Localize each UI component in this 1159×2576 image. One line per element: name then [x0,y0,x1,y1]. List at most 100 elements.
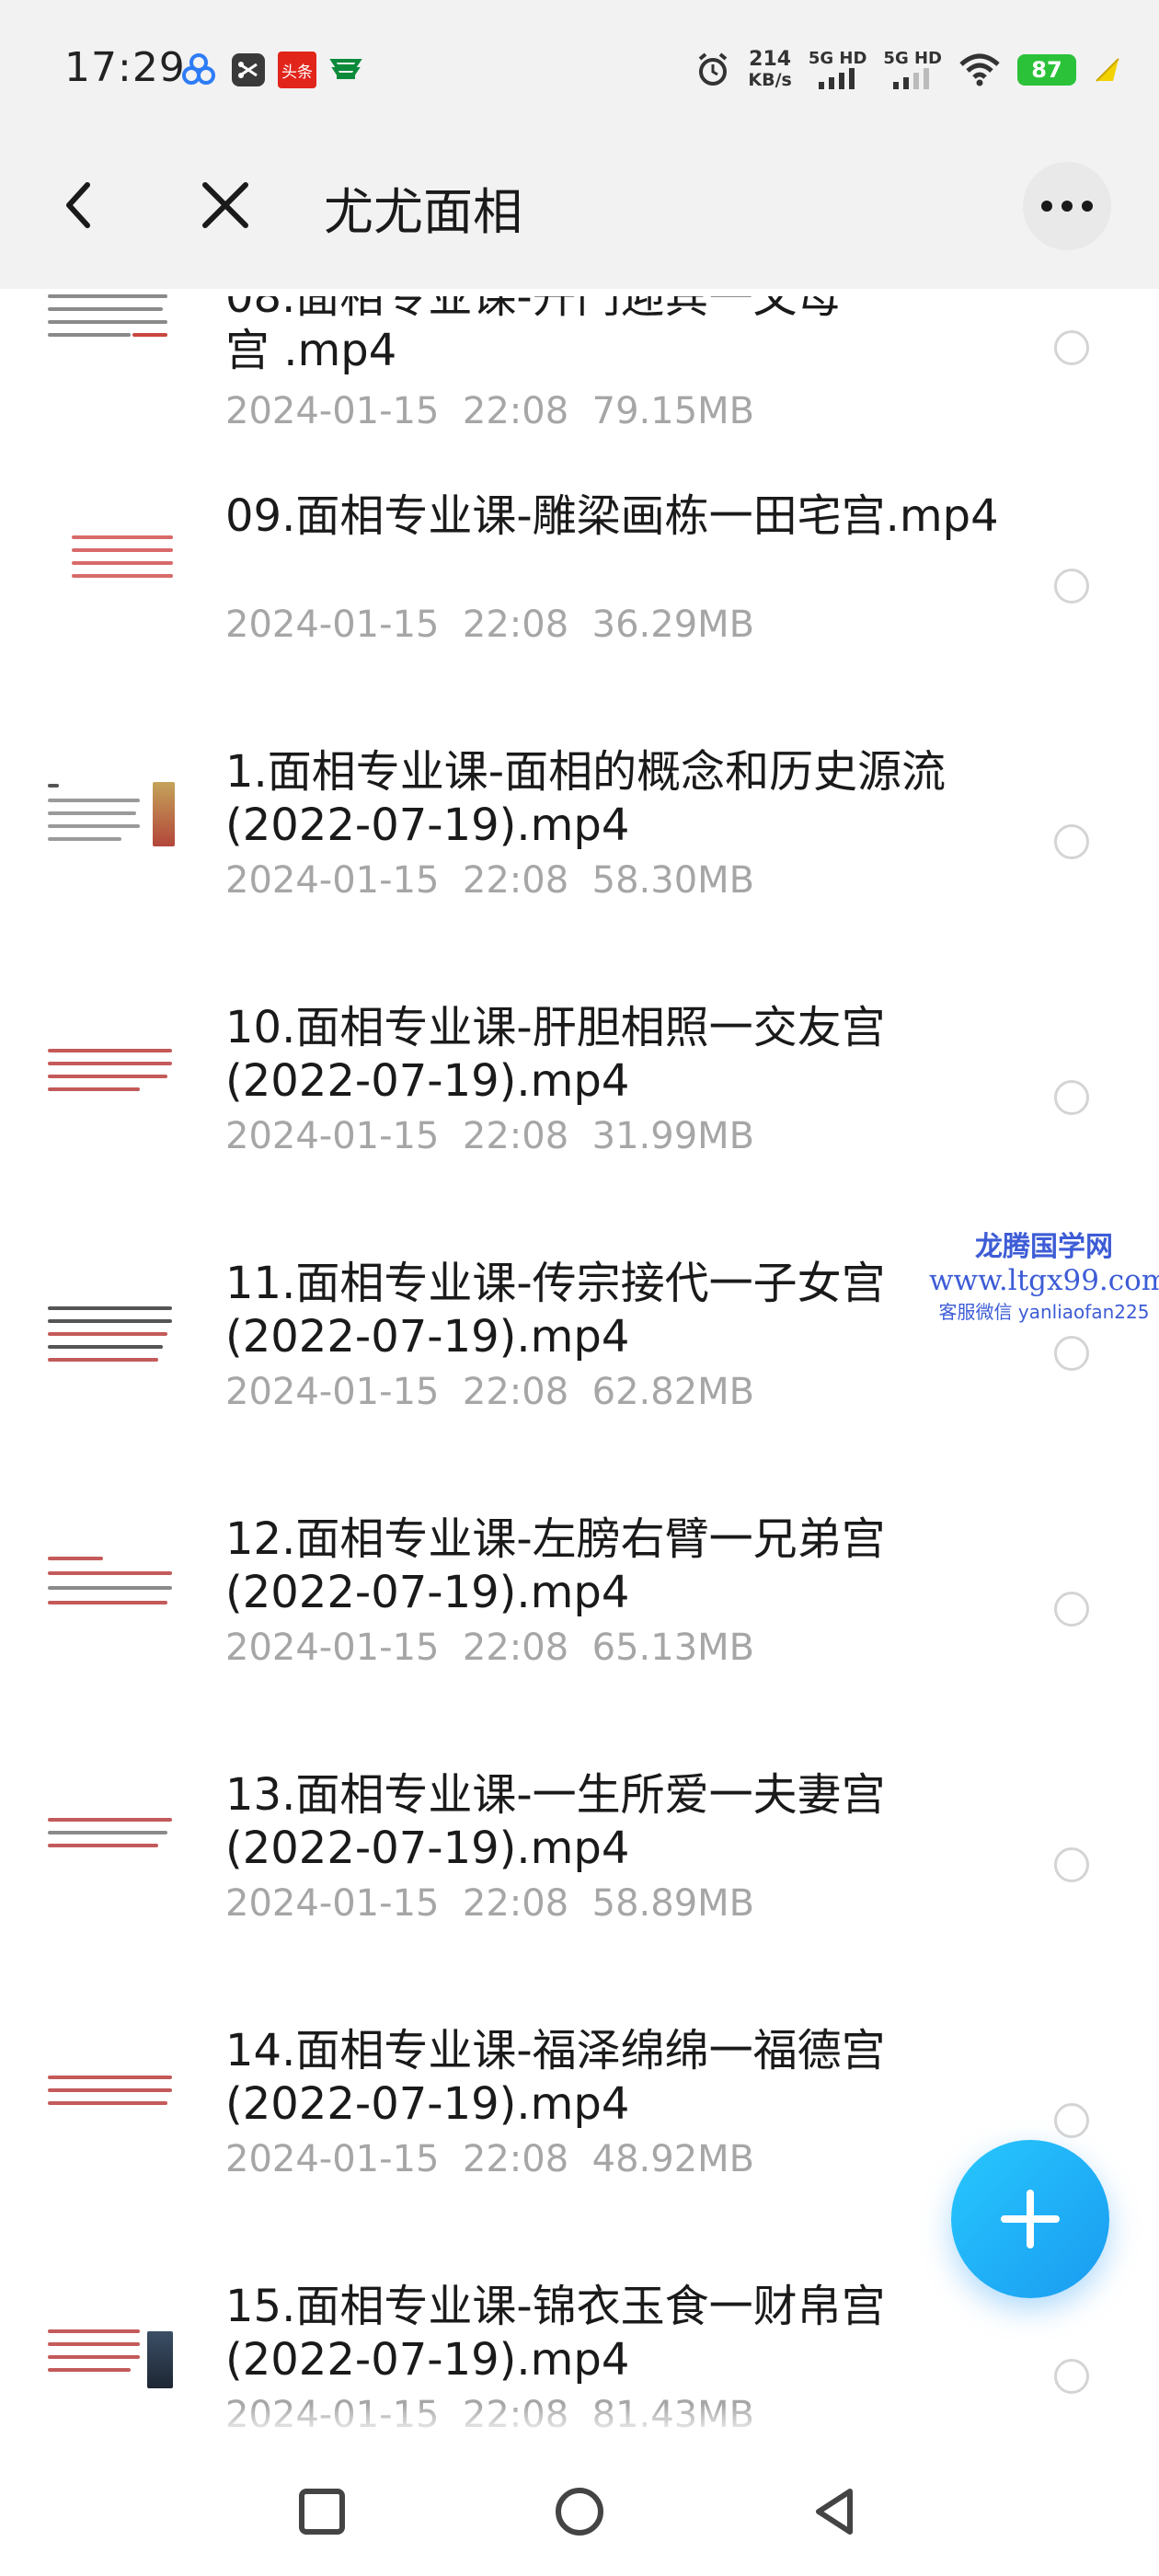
select-radio[interactable] [1054,1592,1089,1627]
video-thumbnail [48,521,177,631]
back-button[interactable] [46,164,110,247]
file-name: 12.面相专业课-左膀右臂一兄弟宫(2022-07-19).mp4 [225,1513,886,1618]
file-time: 22:08 [462,2138,569,2180]
back-nav-button[interactable] [798,2475,872,2548]
file-date: 2024-01-15 [225,1882,440,1925]
select-radio[interactable] [1054,824,1089,859]
file-size: 65.13MB [591,1627,755,1669]
file-name: 1.面相专业课-面相的概念和历史源流(2022-07-19).mp4 [225,746,947,851]
file-meta: 2024-01-15 22:08 58.30MB [225,859,754,902]
app-icon [182,53,215,85]
file-time: 22:08 [462,859,569,902]
file-meta: 2024-01-15 22:08 62.82MB [225,1371,754,1413]
battery-indicator: 87 [1017,54,1076,86]
close-icon [202,182,248,228]
video-thumbnail [48,1294,177,1404]
more-button[interactable] [1023,162,1111,250]
file-date: 2024-01-15 [225,604,440,646]
file-item[interactable]: 08.面相专业课-开门迎宾一父母 宫 .mp4 2024-01-15 22:08… [0,289,1159,489]
file-name: 11.面相专业课-传宗接代一子女宫(2022-07-19).mp4 [225,1258,886,1363]
alarm-icon [699,52,728,86]
file-item[interactable]: 1.面相专业课-面相的概念和历史源流(2022-07-19).mp4 2024-… [0,745,1159,1001]
watermark-contact: 客服微信 yanliaofan225 [938,1301,1150,1323]
file-size: 58.30MB [591,859,755,902]
select-radio[interactable] [1054,2359,1089,2394]
video-thumbnail [48,1549,177,1660]
postal-icon [329,59,362,79]
toutiao-icon: 头条 [278,52,316,88]
file-size: 62.82MB [591,1371,755,1413]
file-meta: 2024-01-15 22:08 31.99MB [225,1115,754,1157]
select-radio[interactable] [1054,1080,1089,1115]
file-meta: 2024-01-15 22:08 48.92MB [225,2138,754,2180]
file-time: 22:08 [462,390,569,432]
more-dots-icon [1041,201,1093,212]
file-list[interactable]: 08.面相专业课-开门迎宾一父母 宫 .mp4 2024-01-15 22:08… [0,289,1159,2438]
file-date: 2024-01-15 [225,1627,440,1669]
watermark-url: www.ltgx99.com [929,1264,1159,1297]
triangle-back-icon [816,2489,853,2535]
signal-sim1: 5G HD [809,51,866,89]
file-date: 2024-01-15 [225,859,440,902]
select-radio[interactable] [1054,1847,1089,1882]
plus-icon [1001,2190,1060,2248]
file-name: 15.面相专业课-锦衣玉食一财帛宫(2022-07-19).mp4 [225,2281,886,2386]
file-time: 22:08 [462,1882,569,1925]
file-name: 14.面相专业课-福泽绵绵一福德宫(2022-07-19).mp4 [225,2025,886,2130]
file-size: 48.92MB [591,2138,755,2180]
file-name: 13.面相专业课-一生所爱一夫妻宫(2022-07-19).mp4 [225,1769,886,1874]
file-meta: 2024-01-15 22:08 36.29MB [225,604,754,646]
signal-sim2: 5G HD [883,51,942,89]
file-date: 2024-01-15 [225,2138,440,2180]
video-thumbnail [48,2061,177,2171]
app-bar: 尤尤面相 [0,118,1159,289]
charging-icon [1096,58,1119,82]
close-button[interactable] [189,164,262,247]
wifi-icon [959,53,1000,86]
status-indicators: 214 KB/s 5G HD 5G HD 87 [694,44,1122,96]
file-name: 08.面相专业课-开门迎宾一父母 宫 .mp4 [225,289,842,376]
file-time: 22:08 [462,1627,569,1669]
file-name: 10.面相专业课-肝胆相照一交友宫(2022-07-19).mp4 [225,1002,886,1107]
file-name: 09.面相专业课-雕梁画栋一田宅宫.mp4 [225,490,999,542]
video-thumbnail [48,1805,177,1915]
scan-icon [232,53,265,86]
file-size: 79.15MB [591,390,755,432]
file-size: 31.99MB [591,1115,755,1157]
list-fade [0,2405,1159,2438]
page-title: 尤尤面相 [324,183,522,241]
file-meta: 2024-01-15 22:08 58.89MB [225,1882,754,1925]
file-time: 22:08 [462,1371,569,1413]
file-date: 2024-01-15 [225,1371,440,1413]
system-nav-bar [0,2438,1159,2576]
circle-icon [556,2488,603,2536]
file-date: 2024-01-15 [225,390,440,432]
square-icon [299,2489,345,2535]
file-size: 36.29MB [591,604,755,646]
select-radio[interactable] [1054,2103,1089,2138]
video-thumbnail [48,782,177,892]
select-radio[interactable] [1054,330,1089,365]
file-size: 58.89MB [591,1882,755,1925]
signal-bars-icon [893,68,930,89]
file-item[interactable]: 12.面相专业课-左膀右臂一兄弟宫(2022-07-19).mp4 2024-0… [0,1512,1159,1768]
file-meta: 2024-01-15 22:08 65.13MB [225,1627,754,1669]
video-thumbnail [48,1038,177,1148]
select-radio[interactable] [1054,569,1089,604]
select-radio[interactable] [1054,1336,1089,1371]
file-date: 2024-01-15 [225,1115,440,1157]
status-bar: 17:29 头条 214 KB/s 5G HD 5G HD 87 [0,0,1159,118]
file-item[interactable]: 10.面相专业课-肝胆相照一交友宫(2022-07-19).mp4 2024-0… [0,1001,1159,1257]
file-meta: 2024-01-15 22:08 79.15MB [225,390,754,432]
file-item[interactable]: 13.面相专业课-一生所爱一夫妻宫(2022-07-19).mp4 2024-0… [0,1768,1159,2024]
file-item[interactable]: 09.面相专业课-雕梁画栋一田宅宫.mp4 2024-01-15 22:08 3… [0,489,1159,745]
add-button[interactable] [951,2140,1109,2298]
net-speed: 214 KB/s [748,48,792,91]
home-button[interactable] [543,2475,616,2548]
watermark: 龙腾国学网 www.ltgx99.com 客服微信 yanliaofan225 [929,1224,1159,1324]
status-time: 17:29 [64,44,186,91]
chevron-left-icon [66,182,90,228]
watermark-title: 龙腾国学网 [975,1231,1113,1263]
recents-button[interactable] [285,2475,359,2548]
video-thumbnail [48,289,177,399]
